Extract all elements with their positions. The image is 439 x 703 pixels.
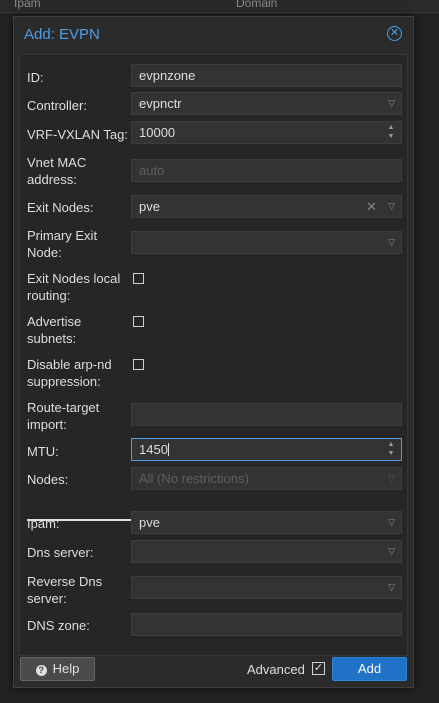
advanced-label: Advanced bbox=[247, 662, 305, 677]
reverse-dns-server-label-line2: server: bbox=[27, 591, 67, 606]
exit-nodes-local-routing-label: Exit Nodes local routing: bbox=[27, 270, 120, 304]
text-cursor bbox=[167, 443, 169, 456]
background-grid-header: Ipam Domain bbox=[0, 0, 439, 13]
primary-exit-node-label-line2: Node: bbox=[27, 245, 62, 260]
ipam-label: Ipam: bbox=[27, 516, 60, 531]
dialog-title: Add: EVPN bbox=[24, 26, 100, 43]
primary-exit-node-label-line1: Primary Exit bbox=[27, 228, 98, 243]
vrf-vxlan-tag-value: 10000 bbox=[139, 125, 176, 140]
chevron-down-icon[interactable]: ▽ bbox=[388, 232, 395, 253]
vnet-mac-input[interactable]: auto bbox=[131, 159, 402, 182]
exit-nodes-local-routing-label-line1: Exit Nodes local bbox=[27, 271, 121, 286]
exit-nodes-value: pve bbox=[139, 199, 160, 214]
nodes-label: Nodes: bbox=[27, 472, 69, 487]
id-label: ID: bbox=[27, 70, 44, 85]
number-spinner[interactable]: ▲ ▼ bbox=[387, 440, 395, 459]
exit-nodes-select[interactable]: pve ✕ ▽ bbox=[131, 195, 402, 218]
disable-arp-nd-checkbox[interactable] bbox=[133, 359, 144, 370]
add-button[interactable]: Add bbox=[332, 657, 407, 681]
disable-arp-nd-label-line2: suppression: bbox=[27, 374, 101, 389]
reverse-dns-server-select[interactable]: ▽ bbox=[131, 576, 402, 599]
ipam-select[interactable]: pve ▽ bbox=[131, 511, 402, 534]
vnet-mac-label-line2: address: bbox=[27, 172, 77, 187]
route-target-import-label-line2: import: bbox=[27, 417, 67, 432]
id-value: evpnzone bbox=[139, 68, 196, 83]
chevron-down-icon[interactable]: ▽ bbox=[388, 577, 395, 598]
chevron-down-icon[interactable]: ▽ bbox=[388, 541, 395, 562]
advanced-checkbox[interactable]: ✓ bbox=[312, 662, 325, 675]
spin-down-icon[interactable]: ▼ bbox=[387, 449, 395, 458]
primary-exit-node-label: Primary Exit Node: bbox=[27, 227, 97, 261]
advertise-subnets-checkbox[interactable] bbox=[133, 316, 144, 327]
advertise-subnets-label: Advertise subnets: bbox=[27, 313, 81, 347]
background-col-ipam: Ipam bbox=[14, 0, 41, 10]
disable-arp-nd-label: Disable arp-nd suppression: bbox=[27, 356, 112, 390]
help-button[interactable]: ? Help bbox=[20, 657, 95, 681]
chevron-down-icon[interactable]: ▽ bbox=[388, 93, 395, 114]
vnet-mac-label-line1: Vnet MAC bbox=[27, 155, 87, 170]
mtu-value: 1450 bbox=[139, 442, 168, 457]
controller-select[interactable]: evpnctr ▽ bbox=[131, 92, 402, 115]
vrf-vxlan-tag-label: VRF-VXLAN Tag: bbox=[27, 127, 128, 142]
spin-down-icon[interactable]: ▼ bbox=[387, 132, 395, 141]
nodes-value: All (No restrictions) bbox=[139, 471, 249, 486]
close-icon[interactable]: ✕ bbox=[387, 26, 402, 41]
id-input[interactable]: evpnzone bbox=[131, 64, 402, 87]
chevron-down-icon[interactable]: ▽ bbox=[388, 196, 395, 217]
vnet-mac-label: Vnet MAC address: bbox=[27, 154, 86, 188]
controller-label: Controller: bbox=[27, 98, 87, 113]
dns-server-label: Dns server: bbox=[27, 545, 94, 560]
add-evpn-dialog: Add: EVPN ✕ ID: evpnzone Controller: evp… bbox=[13, 16, 414, 688]
question-icon: ? bbox=[35, 665, 47, 676]
route-target-import-input[interactable] bbox=[131, 403, 402, 426]
spin-up-icon[interactable]: ▲ bbox=[387, 123, 395, 132]
dns-server-select[interactable]: ▽ bbox=[131, 540, 402, 563]
primary-exit-node-select[interactable]: ▽ bbox=[131, 231, 402, 254]
controller-value: evpnctr bbox=[139, 96, 182, 111]
vnet-mac-placeholder: auto bbox=[139, 163, 165, 178]
dns-zone-label: DNS zone: bbox=[27, 618, 90, 633]
number-spinner[interactable]: ▲ ▼ bbox=[387, 123, 395, 142]
reverse-dns-server-label-line1: Reverse Dns bbox=[27, 574, 103, 589]
background-col-domain: Domain bbox=[236, 0, 278, 10]
disable-arp-nd-label-line1: Disable arp-nd bbox=[27, 357, 112, 372]
route-target-import-label-line1: Route-target bbox=[27, 400, 100, 415]
add-button-label: Add bbox=[357, 661, 382, 676]
exit-nodes-label: Exit Nodes: bbox=[27, 200, 94, 215]
ipam-value: pve bbox=[139, 515, 160, 530]
reverse-dns-server-label: Reverse Dns server: bbox=[27, 573, 102, 607]
advertise-subnets-label-line2: subnets: bbox=[27, 331, 77, 346]
dns-zone-input[interactable] bbox=[131, 613, 402, 636]
exit-nodes-local-routing-checkbox[interactable] bbox=[133, 273, 144, 284]
dialog-titlebar[interactable]: Add: EVPN ✕ bbox=[14, 17, 413, 53]
spin-up-icon[interactable]: ▲ bbox=[387, 440, 395, 449]
advertise-subnets-label-line1: Advertise bbox=[27, 314, 82, 329]
exit-nodes-local-routing-label-line2: routing: bbox=[27, 288, 71, 303]
mtu-label: MTU: bbox=[27, 444, 59, 459]
form-panel: ID: evpnzone Controller: evpnctr ▽ VRF-V… bbox=[19, 54, 408, 656]
mtu-input[interactable]: 1450 ▲ ▼ bbox=[131, 438, 402, 461]
chevron-down-icon[interactable]: ▽ bbox=[388, 468, 395, 489]
chevron-down-icon[interactable]: ▽ bbox=[388, 512, 395, 533]
clear-icon[interactable]: ✕ bbox=[366, 196, 377, 217]
vrf-vxlan-tag-input[interactable]: 10000 ▲ ▼ bbox=[131, 121, 402, 144]
nodes-select[interactable]: All (No restrictions) ▽ bbox=[131, 467, 402, 490]
route-target-import-label: Route-target import: bbox=[27, 399, 99, 433]
help-button-label: Help bbox=[52, 661, 80, 676]
